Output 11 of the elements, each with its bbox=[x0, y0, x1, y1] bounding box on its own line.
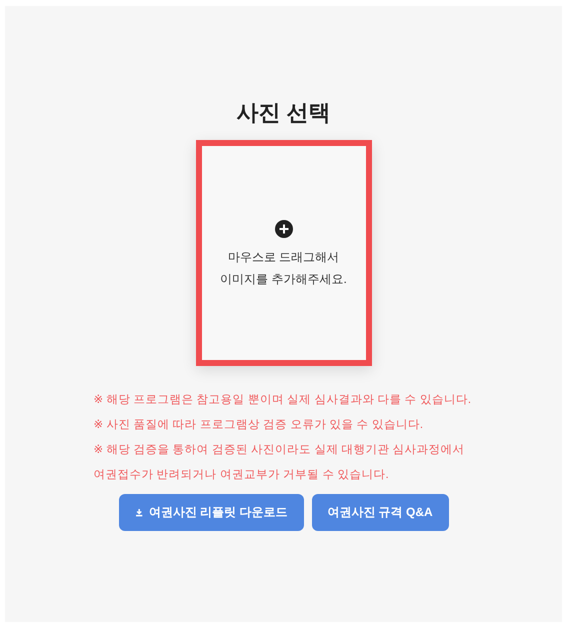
drop-hint: 마우스로 드래그해서 bbox=[228, 249, 340, 266]
notice-text: ※ 해당 프로그램은 참고용일 뿐이며 실제 심사결과와 다를 수 있습니다. bbox=[94, 393, 472, 408]
notice-text: ※ 해당 검증을 통하여 검증된 사진이라도 실제 대행기관 심사과정에서 여권접수가 반려되거나 여권교부가 거부될 수 있습니다. bbox=[94, 443, 466, 483]
download-button[interactable]: 여권사진 리플릿 다운로드 bbox=[118, 494, 304, 531]
plus-icon bbox=[274, 220, 292, 238]
page-title: 사진 선택 bbox=[236, 99, 331, 127]
image-drop-zone[interactable]: 마우스로 드래그해서 이미지를 추가해주세요. bbox=[196, 140, 372, 366]
download-icon bbox=[134, 507, 143, 518]
qa-button[interactable]: 여권사진 규격 Q&A bbox=[312, 494, 448, 531]
drop-hint: 이미지를 추가해주세요. bbox=[220, 271, 347, 288]
notice-text: ※ 사진 품질에 따라 프로그램상 검증 오류가 있을 수 있습니다. bbox=[94, 418, 424, 433]
